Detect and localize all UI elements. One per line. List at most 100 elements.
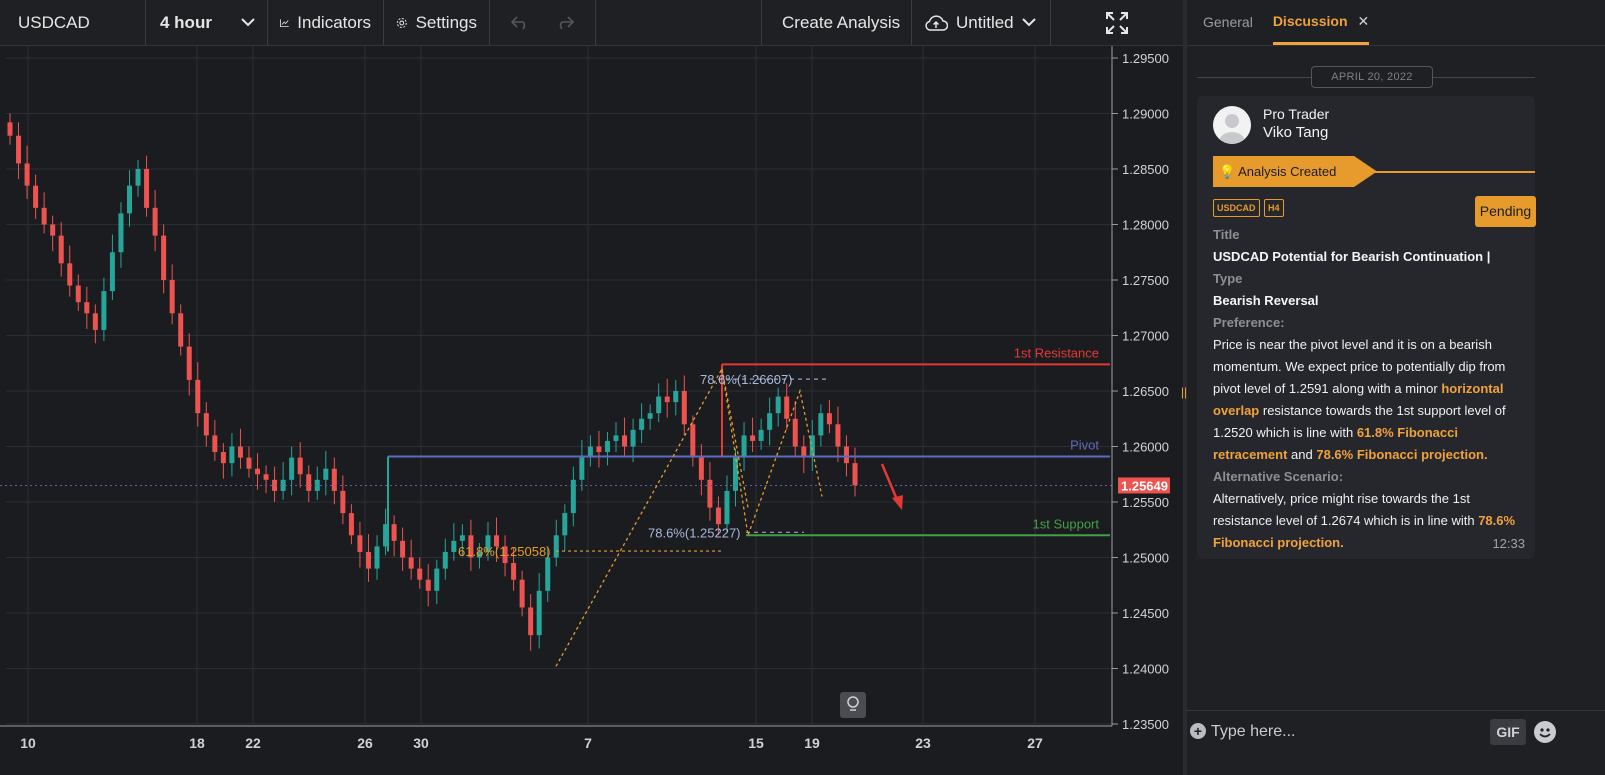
candle-body: [690, 424, 696, 458]
candle-body: [306, 474, 312, 491]
date-tick-label: 27: [1027, 735, 1043, 751]
candle-body: [852, 463, 858, 486]
interval-selector[interactable]: 4 hour: [146, 0, 268, 45]
candle-body: [365, 551, 371, 569]
message-composer: + GIF: [1187, 710, 1605, 775]
price-tick-label: 1.27500: [1122, 273, 1169, 288]
candle-body: [622, 435, 628, 447]
date-tick-label: 26: [357, 735, 373, 751]
candle-body: [186, 346, 192, 380]
create-analysis-button[interactable]: Create Analysis: [762, 0, 912, 45]
date-separator: APRIL 20, 2022: [1197, 66, 1535, 88]
fullscreen-icon: [1106, 11, 1128, 34]
tab-general[interactable]: General: [1203, 14, 1253, 45]
price-tick-label: 1.27000: [1122, 329, 1169, 344]
lightbulb-icon: 💡: [1219, 164, 1236, 179]
redo-icon[interactable]: [556, 15, 574, 30]
date-tick-label: 19: [804, 735, 820, 751]
candle-body: [707, 479, 713, 508]
candle-body: [596, 446, 602, 453]
title-label: Title: [1213, 227, 1240, 242]
tab-general-label: General: [1203, 14, 1253, 30]
candle-body: [784, 396, 790, 419]
candle-body: [33, 185, 39, 208]
candle-body: [391, 524, 397, 541]
interval-label: 4 hour: [160, 12, 212, 32]
candle-body: [195, 379, 201, 414]
chart-toolbar: USDCAD 4 hour Indicators Settings Create…: [0, 0, 1183, 46]
type-label: Type: [1213, 271, 1243, 286]
candle-body: [442, 551, 448, 569]
add-attachment-icon[interactable]: +: [1190, 723, 1206, 739]
fib-left-label: 61.8%(1.25058): [458, 544, 551, 559]
candle-body: [92, 313, 98, 330]
tab-discussion[interactable]: Discussion ✕: [1272, 13, 1370, 45]
trading-app: USDCAD 4 hour Indicators Settings Create…: [0, 0, 1605, 775]
candle-body: [536, 590, 542, 636]
panel-tabs: General Discussion ✕: [1187, 0, 1605, 46]
price-tick-label: 1.23500: [1122, 717, 1169, 732]
candle-body: [75, 285, 81, 303]
candle-body: [826, 413, 832, 425]
undo-icon[interactable]: [511, 15, 529, 30]
candle-body: [126, 185, 132, 214]
candle-body: [562, 513, 568, 536]
candle-body: [724, 490, 730, 525]
idea-button[interactable]: [840, 692, 866, 718]
candle-body: [613, 435, 619, 441]
symbol-tag: USDCAD: [1213, 199, 1260, 217]
chevron-down-icon: [1021, 18, 1036, 27]
candle-body: [50, 224, 56, 236]
candle-body: [229, 446, 235, 464]
analysis-created-label: Analysis Created: [1238, 164, 1337, 179]
candle-body: [109, 252, 115, 292]
candle-body: [255, 468, 261, 475]
symbol-selector[interactable]: USDCAD: [0, 0, 146, 45]
candle-body: [451, 540, 457, 552]
settings-button[interactable]: Settings: [384, 0, 490, 45]
date-tick-label: 30: [413, 735, 429, 751]
fib-top-label: 78.6%(1.26607): [700, 372, 793, 387]
candle-body: [630, 429, 636, 447]
candle-body: [7, 122, 13, 136]
candle-body: [775, 396, 781, 414]
candle-body: [553, 535, 559, 558]
candle-body: [340, 490, 346, 514]
candle-body: [161, 235, 167, 280]
gif-button[interactable]: GIF: [1490, 719, 1526, 745]
layout-selector[interactable]: Untitled: [912, 0, 1051, 45]
candle-body: [178, 313, 184, 347]
candle-body: [374, 546, 380, 569]
candle-body: [656, 396, 662, 414]
price-chart[interactable]: 1.29500 1.29000 1.28500 1.28000 1.27500 1.270…: [0, 46, 1183, 775]
candle-body: [639, 418, 645, 430]
price-tick-label: 1.26500: [1122, 384, 1169, 399]
candle-body: [519, 579, 525, 608]
price-tick-label: 1.25500: [1122, 495, 1169, 510]
candle-body: [570, 479, 576, 514]
candle-body: [203, 413, 209, 436]
chart-canvas[interactable]: 1.29500 1.29000 1.28500 1.28000 1.27500 1.270…: [0, 46, 1183, 775]
indicators-button[interactable]: Indicators: [268, 0, 384, 45]
price-tick-label: 1.29500: [1122, 51, 1169, 66]
candle-body: [152, 207, 158, 236]
candle-body: [135, 169, 141, 186]
emoji-icon[interactable]: [1534, 721, 1556, 743]
candle-body: [58, 235, 64, 264]
message-input[interactable]: [1211, 717, 1481, 747]
price-tick-label: 1.24000: [1122, 662, 1169, 677]
close-icon[interactable]: ✕: [1358, 13, 1370, 30]
candle-body: [24, 163, 30, 186]
fullscreen-button[interactable]: [1051, 0, 1183, 45]
candle-body: [792, 418, 798, 447]
layout-name-label: Untitled: [956, 12, 1014, 32]
chevron-down-icon: [241, 18, 255, 27]
price-tick-label: 1.28500: [1122, 162, 1169, 177]
create-analysis-label: Create Analysis: [782, 12, 901, 32]
pivot-label: Pivot: [1070, 437, 1099, 452]
symbol-label: USDCAD: [18, 12, 90, 32]
analysis-details: Title USDCAD Potential for Bearish Conti…: [1213, 224, 1525, 554]
candle-body: [400, 540, 406, 558]
candle-body: [698, 457, 704, 480]
forecast-arrow-shaft: [880, 463, 900, 503]
